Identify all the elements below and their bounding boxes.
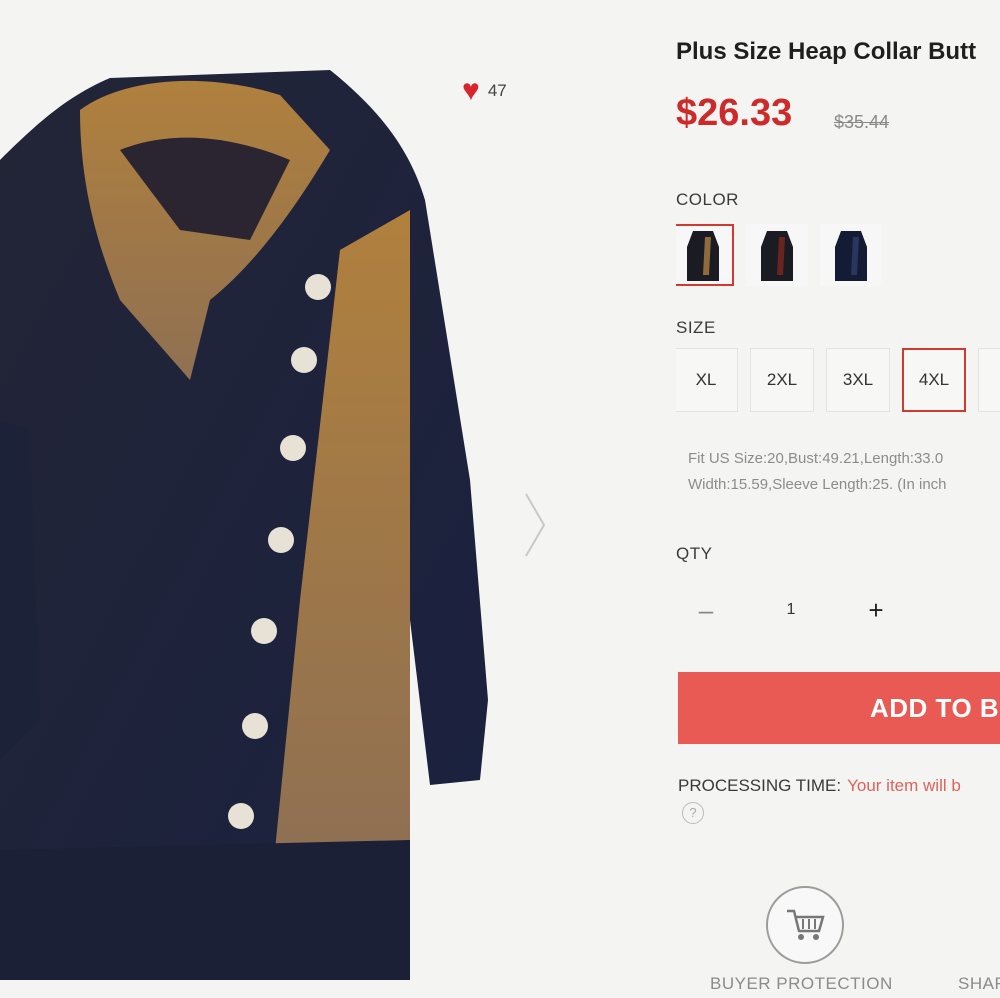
- qty-input[interactable]: 1: [736, 601, 846, 619]
- size-label: SIZE: [676, 318, 716, 337]
- qty-label: QTY: [676, 544, 713, 563]
- swatch-thumbnail: [761, 231, 793, 281]
- color-label: COLOR: [676, 190, 739, 209]
- favorite-count: 47: [487, 81, 507, 100]
- product-gallery: ♥ 47: [0, 0, 560, 998]
- quantity-stepper: – 1 +: [676, 584, 906, 636]
- qty-decrease-button[interactable]: –: [676, 595, 736, 626]
- color-swatch-black-khaki[interactable]: [676, 224, 734, 286]
- help-icon[interactable]: ?: [682, 802, 704, 824]
- add-to-bag-button[interactable]: ADD TO B: [678, 672, 1000, 744]
- processing-value: Your item will b: [847, 776, 961, 795]
- chevron-right-icon[interactable]: [520, 490, 550, 560]
- product-image: [0, 70, 488, 980]
- product-title: Plus Size Heap Collar Butt: [676, 38, 977, 65]
- heart-icon: ♥: [462, 74, 480, 107]
- size-options: XL 2XL 3XL 4XL 5: [676, 348, 1000, 412]
- swatch-thumbnail: [687, 231, 719, 281]
- processing-time: PROCESSING TIME: Your item will b: [678, 776, 961, 796]
- qty-increase-button[interactable]: +: [846, 595, 906, 626]
- buyer-protection-badge: [766, 886, 844, 964]
- swatch-thumbnail: [835, 231, 867, 281]
- size-option-5xl[interactable]: 5: [978, 348, 1000, 412]
- size-option-4xl[interactable]: 4XL: [902, 348, 966, 412]
- current-price: $26.33: [676, 92, 793, 134]
- fit-info: Fit US Size:20,Bust:49.21,Length:33.0 Wi…: [688, 446, 947, 498]
- buyer-protection-label: BUYER PROTECTION: [710, 974, 893, 993]
- cart-icon: [787, 909, 825, 940]
- fit-info-line: Width:15.59,Sleeve Length:25. (In inch: [688, 476, 947, 493]
- favorite-button[interactable]: ♥ 47: [462, 76, 507, 106]
- product-info: Plus Size Heap Collar Butt $26.33 $35.44…: [676, 0, 1000, 998]
- color-swatch-wine-red[interactable]: [746, 224, 808, 286]
- color-swatches: [676, 224, 882, 286]
- size-option-2xl[interactable]: 2XL: [750, 348, 814, 412]
- size-option-3xl[interactable]: 3XL: [826, 348, 890, 412]
- processing-label: PROCESSING TIME:: [678, 776, 842, 795]
- original-price: $35.44: [834, 112, 890, 132]
- color-swatch-navy[interactable]: [820, 224, 882, 286]
- fit-info-line: Fit US Size:20,Bust:49.21,Length:33.0: [688, 450, 944, 467]
- share-label: SHAR: [958, 974, 1000, 993]
- size-option-xl[interactable]: XL: [676, 348, 738, 412]
